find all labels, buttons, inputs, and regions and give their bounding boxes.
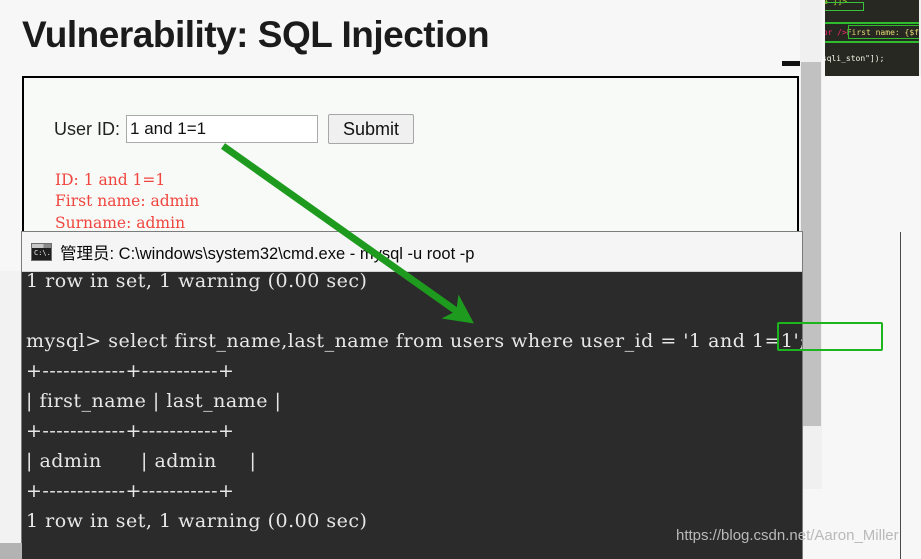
terminal-horizontal-scrollbar-track[interactable]: [22, 545, 802, 559]
sql-injection-form: User ID: Submit: [54, 114, 415, 144]
code-line-3: ysqli_ston"]);: [825, 54, 885, 63]
user-id-input[interactable]: [126, 115, 319, 143]
mysql-console-output: 1 row in set, 1 warning (0.00 sec) mysql…: [26, 272, 802, 532]
code-highlight-box-inner: [848, 25, 921, 39]
injected-payload-highlight-box: [777, 322, 883, 351]
page-vertical-scrollbar-thumb[interactable]: [801, 62, 821, 426]
code-line-2-prefix: ]<br />: [825, 28, 847, 37]
command-prompt-title: 管理员: C:\windows\system32\cmd.exe - mysql…: [60, 244, 475, 263]
terminal-vertical-divider: [900, 232, 901, 559]
command-prompt-titlebar[interactable]: C:\. 管理员: C:\windows\system32\cmd.exe - …: [22, 232, 802, 272]
terminal-horizontal-scrollbar-thumb[interactable]: [0, 543, 22, 559]
console-icon-label: C:\.: [34, 248, 51, 257]
page-title: Vulnerability: SQL Injection: [22, 14, 490, 55]
code-editor-panel: e ]]> ]<br />First name: {$fir ysqli_sto…: [825, 0, 921, 76]
csdn-watermark: https://blog.csdn.net/Aaron_Miller: [676, 527, 899, 544]
command-prompt-output-area[interactable]: 1 row in set, 1 warning (0.00 sec) mysql…: [22, 272, 802, 559]
console-icon: C:\.: [31, 242, 52, 261]
scroll-position-marker: [782, 61, 800, 66]
command-prompt-window: C:\. 管理员: C:\windows\system32\cmd.exe - …: [22, 232, 802, 559]
code-highlight-box-top: [825, 2, 864, 11]
vulnerability-card: User ID: Submit ID: 1 and 1=1 First name…: [22, 76, 799, 256]
query-result-text: ID: 1 and 1=1 First name: admin Surname:…: [55, 171, 200, 232]
page-left-gutter: [0, 271, 22, 545]
user-id-label: User ID:: [54, 118, 121, 139]
submit-button[interactable]: Submit: [328, 114, 415, 144]
